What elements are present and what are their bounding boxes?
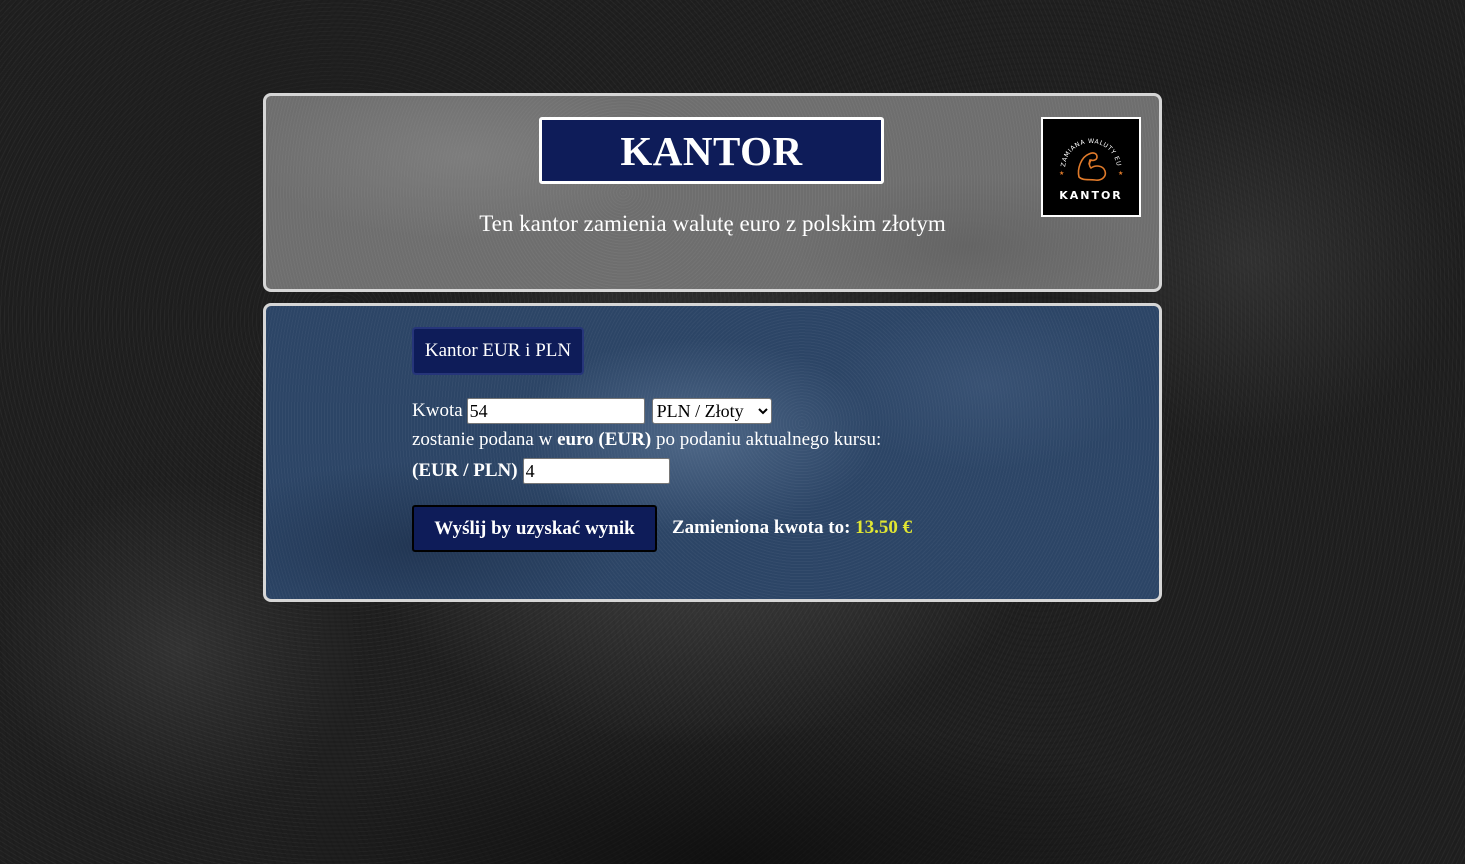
description-text-1: zostanie podana w bbox=[412, 429, 558, 450]
description-row: zostanie podana w euro (EUR) po podaniu … bbox=[412, 429, 881, 451]
header-panel: KANTOR Ten kantor zamienia walutę euro z… bbox=[263, 93, 1162, 292]
amount-label: Kwota bbox=[412, 400, 463, 421]
page-title: KANTOR bbox=[539, 117, 884, 184]
rate-row: (EUR / PLN) bbox=[412, 457, 670, 485]
converter-panel: Kantor EUR i PLN Kwota PLN / Złoty zosta… bbox=[263, 303, 1162, 602]
svg-text:★: ★ bbox=[1059, 170, 1064, 177]
logo-graphic: ZAMIANA WALUTY EUR I PLN ★ ★ KANTOR bbox=[1043, 119, 1123, 202]
result-value: 13.50 € bbox=[855, 517, 913, 538]
logo-name: KANTOR bbox=[1059, 189, 1123, 202]
result-display: Zamieniona kwota to: 13.50 € bbox=[672, 517, 912, 539]
description-text-2: po podaniu aktualnego kursu: bbox=[651, 429, 882, 450]
page-subtitle: Ten kantor zamienia walutę euro z polski… bbox=[479, 211, 946, 236]
flexed-arm-icon bbox=[1077, 152, 1107, 181]
rate-label: (EUR / PLN) bbox=[412, 460, 518, 481]
submit-button[interactable]: Wyślij by uzyskać wynik bbox=[412, 505, 657, 552]
section-button[interactable]: Kantor EUR i PLN bbox=[412, 327, 584, 375]
rate-input[interactable] bbox=[522, 458, 670, 484]
description-bold: euro (EUR) bbox=[557, 429, 652, 450]
svg-text:★: ★ bbox=[1118, 170, 1123, 177]
amount-input[interactable] bbox=[466, 398, 645, 424]
currency-select[interactable]: PLN / Złoty bbox=[651, 398, 772, 424]
amount-row: Kwota PLN / Złoty bbox=[412, 397, 772, 425]
result-label: Zamieniona kwota to: bbox=[672, 517, 856, 538]
kantor-logo: ZAMIANA WALUTY EUR I PLN ★ ★ KANTOR bbox=[1041, 117, 1141, 217]
